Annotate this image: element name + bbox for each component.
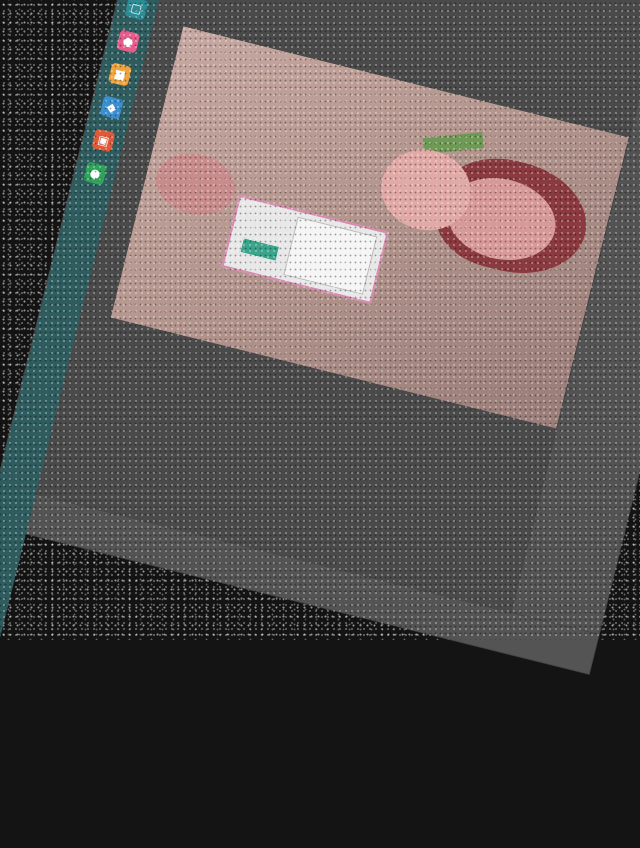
phone-button [239, 237, 281, 262]
phone-screen [283, 216, 378, 295]
app-icon-3[interactable]: ■ [107, 62, 133, 87]
image-canvas[interactable] [110, 26, 640, 432]
phone-shape [221, 194, 389, 304]
app-icon-4[interactable]: ◆ [99, 95, 124, 120]
app-icon-1[interactable]: ▢ [124, 0, 149, 21]
app-icon-2[interactable]: ● [116, 29, 141, 54]
hand-shape [149, 145, 242, 223]
app-icon-6[interactable]: ● [83, 161, 108, 186]
app-icon-5[interactable]: ▣ [91, 128, 116, 153]
